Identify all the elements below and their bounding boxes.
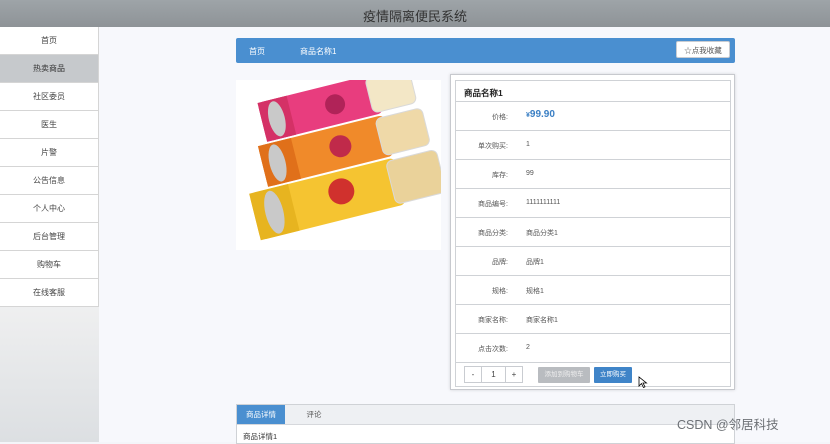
tab-comments[interactable]: 评论 <box>299 405 329 424</box>
product-name: 商品名称1 <box>464 88 503 98</box>
field-label: 商品分类: <box>478 230 508 237</box>
field-label: 品牌: <box>492 259 508 266</box>
field-label: 库存: <box>492 172 508 179</box>
field-value: 99 <box>526 170 534 177</box>
sidebar-item-personal-center[interactable]: 个人中心 <box>0 195 99 223</box>
field-value: 1111111111 <box>526 199 561 206</box>
product-image <box>236 68 446 250</box>
buy-now-button[interactable]: 立即购买 <box>594 367 632 383</box>
sidebar-item-hot-products[interactable]: 热卖商品 <box>0 55 99 83</box>
price-value: ¥99.90 <box>526 109 555 120</box>
detail-row: 品牌: 品牌1 <box>455 247 731 276</box>
detail-row: 规格: 规格1 <box>455 276 731 305</box>
field-value: 商品分类1 <box>526 230 558 237</box>
add-to-cart-button[interactable]: 添加到购物车 <box>538 367 590 383</box>
field-label: 规格: <box>492 288 508 295</box>
breadcrumb-current: 商品名称1 <box>300 47 337 56</box>
tab-bar: 商品详情 评论 <box>237 405 734 425</box>
purchase-controls: - 1 + 添加到购物车 立即购买 <box>455 363 731 387</box>
breadcrumb: 首页 商品名称1 ☆点我收藏 <box>236 38 735 63</box>
top-bar: 疫情隔离便民系统 <box>0 0 830 27</box>
quantity-decrement-button[interactable]: - <box>465 367 481 382</box>
sidebar: 首页 热卖商品 社区委员 医生 片警 公告信息 个人中心 后台管理 购物车 在线… <box>0 27 99 442</box>
favorite-button[interactable]: ☆点我收藏 <box>676 41 730 58</box>
price-label: 价格: <box>492 114 508 121</box>
detail-row: 商品分类: 商品分类1 <box>455 218 731 247</box>
sidebar-item-announcements[interactable]: 公告信息 <box>0 167 99 195</box>
field-value: 1 <box>526 141 530 148</box>
detail-tabs: 商品详情 评论 商品详情1 <box>236 404 735 444</box>
sidebar-item-admin[interactable]: 后台管理 <box>0 223 99 251</box>
sidebar-item-online-support[interactable]: 在线客服 <box>0 279 99 307</box>
mouse-cursor-icon <box>638 376 648 388</box>
product-detail-panel: 商品名称1 价格: ¥99.90 单次购买: 1 库存: 99 商品编号: 11… <box>450 74 735 390</box>
app-title: 疫情隔离便民系统 <box>362 9 467 24</box>
quantity-input[interactable]: 1 <box>481 367 506 382</box>
detail-row: 点击次数: 2 <box>455 334 731 363</box>
quantity-increment-button[interactable]: + <box>506 367 522 382</box>
watermark: CSDN @邻居科技 <box>677 418 779 432</box>
price-amount: 99.90 <box>529 109 555 120</box>
breadcrumb-home-link[interactable]: 首页 <box>249 46 265 57</box>
field-value: 2 <box>526 344 530 351</box>
detail-row: 商品编号: 1111111111 <box>455 189 731 218</box>
quantity-stepper: - 1 + <box>464 366 523 383</box>
sidebar-item-home[interactable]: 首页 <box>0 27 99 55</box>
sidebar-item-community-members[interactable]: 社区委员 <box>0 83 99 111</box>
field-value: 规格1 <box>526 288 544 295</box>
tab-content: 商品详情1 <box>243 432 278 441</box>
field-label: 单次购买: <box>478 143 508 150</box>
field-value: 品牌1 <box>526 259 544 266</box>
tab-product-details[interactable]: 商品详情 <box>237 405 285 424</box>
detail-row: 库存: 99 <box>455 160 731 189</box>
product-name-header: 商品名称1 <box>455 80 731 102</box>
field-label: 商品编号: <box>478 201 508 208</box>
price-row: 价格: ¥99.90 <box>455 102 731 131</box>
detail-row: 商家名称: 商家名称1 <box>455 305 731 334</box>
field-label: 商家名称: <box>478 317 508 324</box>
field-label: 点击次数: <box>478 346 508 353</box>
detail-row: 单次购买: 1 <box>455 131 731 160</box>
sidebar-item-cart[interactable]: 购物车 <box>0 251 99 279</box>
sidebar-item-police[interactable]: 片警 <box>0 139 99 167</box>
field-value: 商家名称1 <box>526 317 558 324</box>
sidebar-item-doctor[interactable]: 医生 <box>0 111 99 139</box>
